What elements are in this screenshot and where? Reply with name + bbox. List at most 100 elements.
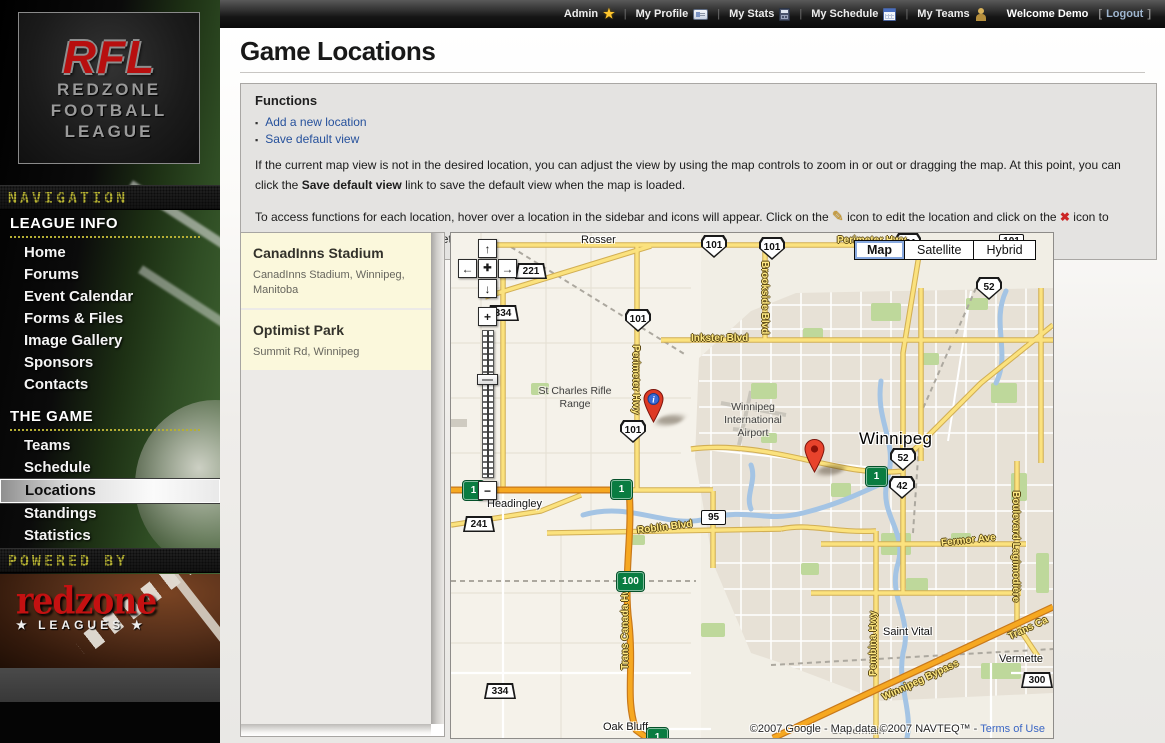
person-icon: [975, 8, 987, 21]
list-item: ▪ Add a new location: [255, 115, 1142, 129]
logout-wrap: [ Logout]: [1098, 8, 1151, 20]
location-name: Optimist Park: [253, 322, 421, 338]
recenter-button[interactable]: ✚: [478, 259, 497, 278]
map-label-road: Brookside Blvd: [759, 261, 770, 334]
topbar-link-my-stats[interactable]: My Stats: [729, 8, 790, 21]
zoom-slider-track[interactable]: [482, 330, 494, 478]
powered-by-header: POWERED BY: [0, 548, 220, 573]
my-schedule-label: My Schedule: [811, 8, 878, 20]
pan-down-button[interactable]: ↓: [478, 279, 497, 298]
welcome-text: Welcome Demo: [1007, 8, 1089, 20]
map-label-road: Pembina Hwy: [868, 611, 879, 676]
brand-name: redzone: [16, 582, 220, 620]
location-address: Summit Rd, Winnipeg: [253, 345, 421, 360]
map-marker-canadinns-stadium[interactable]: [804, 439, 825, 478]
functions-links: ▪ Add a new location ▪ Save default view: [255, 115, 1142, 146]
calendar-icon: [883, 8, 896, 21]
sidebar-item-schedule[interactable]: Schedule: [0, 457, 220, 479]
sidebar-item-event-calendar[interactable]: Event Calendar: [0, 286, 220, 308]
trans-canada-shield-1: 1: [647, 728, 668, 739]
route-shield-221: 221: [515, 263, 547, 279]
edit-pencil-icon: ✎: [832, 205, 844, 229]
list-item: ▪ Save default view: [255, 132, 1142, 146]
bracket: ]: [1147, 8, 1151, 20]
sidebar-item-statistics[interactable]: Statistics: [0, 525, 220, 547]
map-type-map-button[interactable]: Map: [854, 240, 905, 260]
location-card-canadinns[interactable]: CanadInns Stadium CanadInns Stadium, Win…: [241, 233, 431, 308]
admin-label: Admin: [564, 8, 598, 20]
terms-of-use-link[interactable]: Terms of Use: [980, 723, 1045, 735]
pan-right-button[interactable]: →: [498, 259, 517, 278]
league-logo[interactable]: RFL REDZONE FOOTBALL LEAGUE: [18, 12, 200, 164]
route-shield-95: 95: [701, 510, 726, 525]
map-label-town: Vermette: [999, 653, 1043, 665]
map-label-road: Inkster Blvd: [691, 333, 748, 344]
map-viewport[interactable]: Rosser Headingley Winnipeg Oak Bluff Sai…: [450, 232, 1054, 739]
page-title: Game Locations: [240, 36, 1165, 67]
sidebar-item-image-gallery[interactable]: Image Gallery: [0, 330, 220, 352]
pan-up-button[interactable]: ↑: [478, 239, 497, 258]
my-profile-label: My Profile: [636, 8, 689, 20]
map-attribution: ©2007 Google - Map data ©2007 NAVTEQ™ - …: [750, 723, 1045, 735]
add-location-link[interactable]: Add a new location: [265, 115, 366, 129]
functions-heading: Functions: [255, 93, 1142, 108]
trans-canada-shield-1: 1: [611, 480, 632, 499]
save-default-view-link[interactable]: Save default view: [265, 132, 359, 146]
sidebar-item-standings[interactable]: Standings: [0, 503, 220, 525]
location-card-optimist-park[interactable]: Optimist Park Summit Rd, Winnipeg: [241, 310, 431, 370]
sidebar-item-forms-files[interactable]: Forms & Files: [0, 308, 220, 330]
logo-line: LEAGUE: [19, 121, 199, 142]
route-shield-300: 300: [1021, 672, 1053, 688]
map-label-town: Rosser: [581, 234, 616, 246]
logo-line: REDZONE: [19, 79, 199, 100]
map-marker-optimist-park[interactable]: i: [643, 389, 664, 428]
zoom-slider-handle[interactable]: [477, 374, 498, 385]
calculator-icon: [779, 8, 790, 21]
paragraph-text: link to save the default view when the m…: [402, 178, 686, 192]
sidebar-item-locations[interactable]: Locations: [0, 479, 220, 503]
sidebar: RFL REDZONE FOOTBALL LEAGUE NAVIGATION L…: [0, 0, 220, 743]
topbar-link-admin[interactable]: Admin ★: [564, 6, 615, 22]
logo-line: FOOTBALL: [19, 100, 199, 121]
map-label-city: Winnipeg: [859, 429, 932, 449]
main-content: Game Locations Functions ▪ Add a new loc…: [220, 28, 1165, 743]
map-type-satellite-button[interactable]: Satellite: [904, 240, 974, 260]
sidebar-item-forums[interactable]: Forums: [0, 264, 220, 286]
redzone-leagues-logo[interactable]: redzone ★ LEAGUES ★: [0, 574, 220, 668]
topbar-link-my-profile[interactable]: My Profile: [636, 8, 709, 20]
bold-text: Save default view: [302, 178, 402, 192]
brand-subtitle: ★ LEAGUES ★: [16, 618, 220, 632]
pan-left-button[interactable]: ←: [458, 259, 477, 278]
topbar-link-my-schedule[interactable]: My Schedule: [811, 8, 896, 21]
topbar-link-my-teams[interactable]: My Teams: [917, 8, 986, 21]
separator: |: [717, 8, 720, 20]
zoom-out-button[interactable]: −: [478, 481, 497, 500]
separator: |: [905, 8, 908, 20]
vertical-scrollbar[interactable]: [431, 233, 444, 724]
map-label-area: St Charles Rifle Range: [535, 385, 615, 411]
route-shield-334: 334: [484, 683, 516, 699]
page: RFL REDZONE FOOTBALL LEAGUE NAVIGATION L…: [0, 0, 1165, 743]
delete-x-icon: ✖: [1060, 210, 1070, 224]
paragraph-text: To access functions for each location, h…: [255, 210, 832, 224]
bracket: [: [1098, 8, 1102, 20]
map-type-hybrid-button[interactable]: Hybrid: [973, 240, 1035, 260]
bullet-icon: ▪: [255, 135, 258, 145]
sidebar-item-sponsors[interactable]: Sponsors: [0, 352, 220, 374]
title-divider: [240, 72, 1145, 73]
league-info-header: LEAGUE INFO: [10, 211, 200, 238]
logout-link[interactable]: Logout: [1106, 8, 1143, 20]
sidebar-item-contacts[interactable]: Contacts: [0, 374, 220, 396]
separator: |: [799, 8, 802, 20]
location-name: CanadInns Stadium: [253, 245, 421, 261]
zoom-in-button[interactable]: +: [478, 307, 497, 326]
map-canvas: [451, 233, 1053, 738]
horizontal-scrollbar[interactable]: [241, 724, 431, 736]
navigation-header: NAVIGATION: [0, 185, 220, 210]
sidebar-footer-strip: [0, 668, 220, 702]
sidebar-item-teams[interactable]: Teams: [0, 435, 220, 457]
map-label-area: Winnipeg International Airport: [717, 401, 789, 440]
scrollbar-corner: [431, 724, 444, 736]
sidebar-section-league-info: LEAGUE INFO Home Forums Event Calendar F…: [0, 211, 220, 396]
sidebar-item-home[interactable]: Home: [0, 242, 220, 264]
